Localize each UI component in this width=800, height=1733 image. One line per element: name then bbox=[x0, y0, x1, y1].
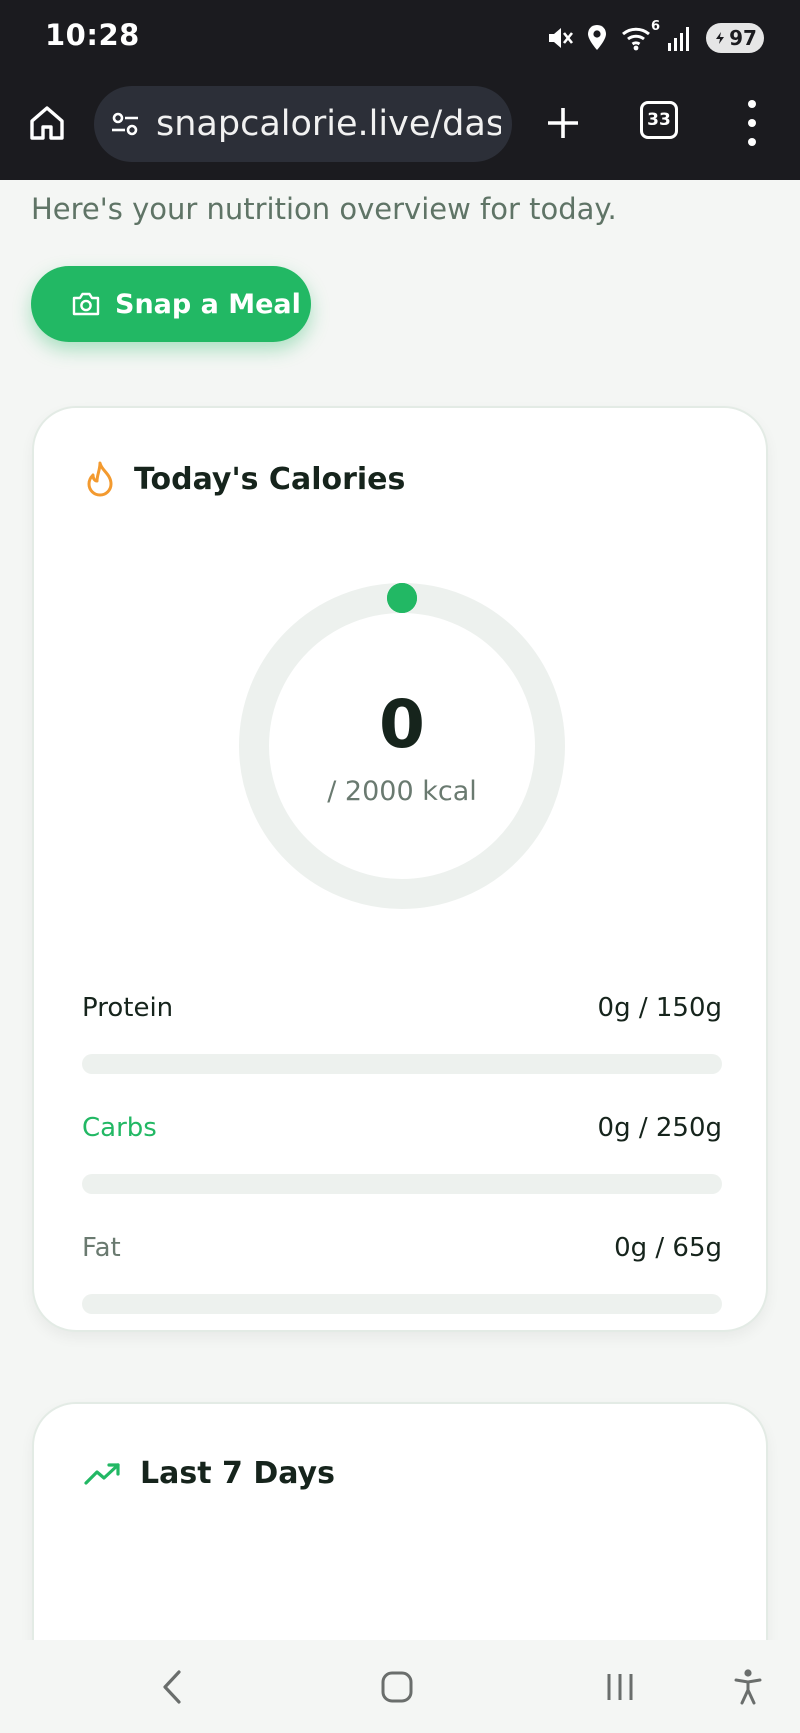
accessibility-icon bbox=[734, 1669, 762, 1705]
signal-icon bbox=[666, 23, 694, 53]
tabs-button[interactable]: 33 bbox=[640, 101, 678, 139]
dashboard-page: Here's your nutrition overview for today… bbox=[0, 180, 800, 1640]
calories-card: Today's Calories 0 / 2000 kcal Protein 0… bbox=[32, 406, 768, 1332]
system-nav-bar bbox=[0, 1640, 800, 1733]
week-card-title: Last 7 Days bbox=[140, 1456, 335, 1491]
tab-count: 33 bbox=[647, 110, 671, 130]
browser-toolbar: snapcalorie.live/dashboard 33 bbox=[0, 76, 800, 180]
calories-card-header: Today's Calories bbox=[84, 460, 405, 498]
trending-up-icon bbox=[84, 1462, 120, 1485]
nav-back-button[interactable] bbox=[152, 1662, 192, 1712]
wifi-badge: 6 bbox=[650, 19, 660, 34]
macro-carbs-value: 0g / 250g bbox=[597, 1113, 722, 1143]
wifi-icon: 6 bbox=[620, 19, 660, 53]
back-icon bbox=[163, 1670, 181, 1704]
mute-icon bbox=[544, 23, 574, 53]
status-time: 10:28 bbox=[45, 18, 140, 52]
address-bar[interactable]: snapcalorie.live/dashboard bbox=[94, 86, 512, 162]
browser-home-button[interactable] bbox=[24, 98, 70, 148]
home-circle-icon bbox=[381, 1671, 413, 1703]
status-icons: 6 97 bbox=[544, 19, 764, 56]
macro-carbs: Carbs 0g / 250g bbox=[82, 1108, 722, 1194]
macro-carbs-bar bbox=[82, 1174, 722, 1194]
url-text[interactable]: snapcalorie.live/dashboard bbox=[156, 104, 501, 144]
macro-protein-value: 0g / 150g bbox=[597, 993, 722, 1023]
battery-icon: 97 bbox=[706, 23, 764, 53]
snap-meal-label: Snap a Meal bbox=[115, 288, 301, 320]
macro-protein-label: Protein bbox=[82, 993, 174, 1023]
home-icon bbox=[30, 106, 64, 140]
location-icon bbox=[586, 23, 608, 53]
more-menu-button[interactable] bbox=[740, 100, 764, 146]
calories-card-title: Today's Calories bbox=[134, 461, 406, 497]
calorie-ring-knob bbox=[387, 583, 417, 613]
week-card: Last 7 Days bbox=[32, 1402, 768, 1640]
macro-carbs-label: Carbs bbox=[82, 1113, 157, 1143]
macro-fat-value: 0g / 65g bbox=[614, 1233, 722, 1263]
status-bar: 10:28 6 97 bbox=[0, 0, 800, 76]
page-subtitle: Here's your nutrition overview for today… bbox=[31, 192, 617, 226]
calorie-ring: 0 / 2000 kcal bbox=[234, 578, 570, 914]
week-card-header: Last 7 Days bbox=[84, 1456, 335, 1491]
nav-home-button[interactable] bbox=[374, 1662, 420, 1712]
macro-fat-label: Fat bbox=[82, 1233, 121, 1263]
macro-protein: Protein 0g / 150g bbox=[82, 988, 722, 1074]
snap-meal-button[interactable]: Snap a Meal bbox=[31, 266, 311, 342]
nav-recents-button[interactable] bbox=[600, 1662, 640, 1712]
new-tab-icon bbox=[548, 108, 578, 138]
macro-protein-bar bbox=[82, 1054, 722, 1074]
more-menu-icon bbox=[748, 100, 756, 108]
macro-fat: Fat 0g / 65g bbox=[82, 1228, 722, 1314]
macro-fat-bar bbox=[82, 1294, 722, 1314]
recents-icon bbox=[607, 1674, 633, 1700]
flame-icon bbox=[87, 461, 113, 497]
calories-consumed: 0 bbox=[379, 686, 425, 763]
new-tab-button[interactable] bbox=[540, 100, 586, 146]
battery-level: 97 bbox=[729, 26, 757, 50]
camera-icon bbox=[72, 292, 100, 316]
nav-accessibility-button[interactable] bbox=[728, 1662, 768, 1712]
calories-goal: / 2000 kcal bbox=[327, 776, 477, 807]
site-settings-icon[interactable] bbox=[110, 109, 140, 139]
